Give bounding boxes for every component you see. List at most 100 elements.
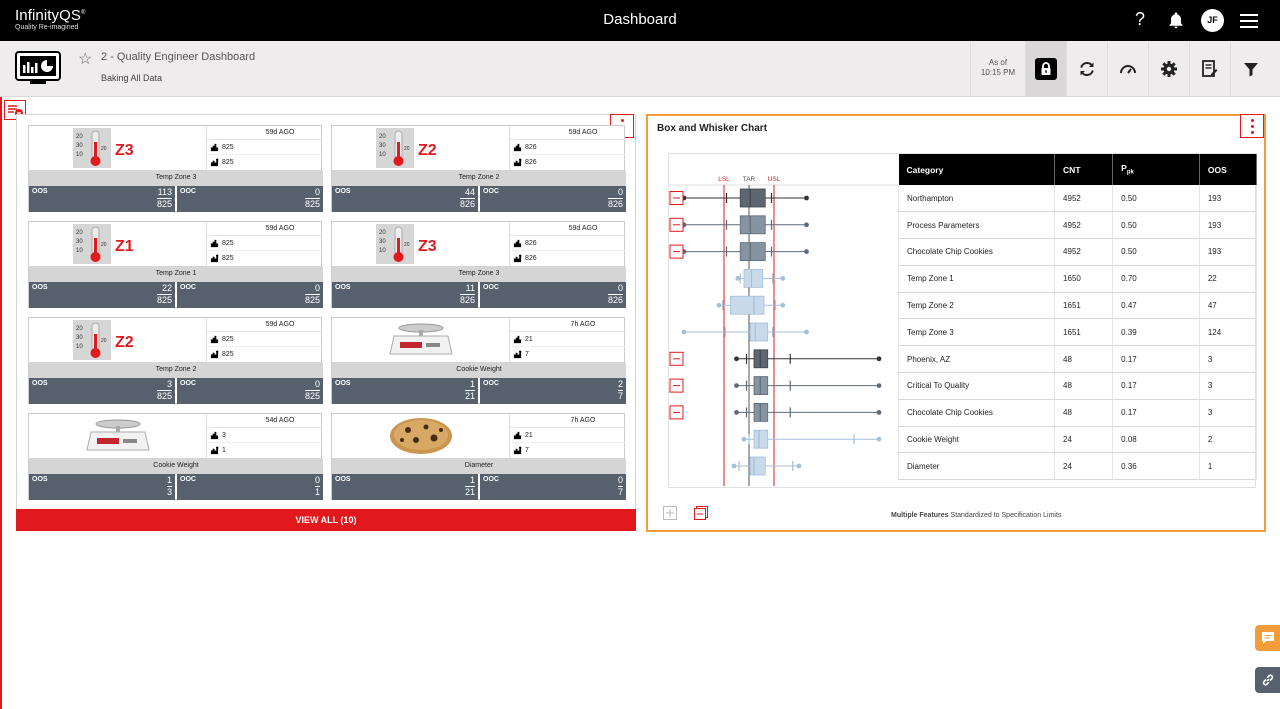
ooc-stat[interactable]: OOC 0 825: [177, 186, 323, 212]
subgroup-count-icon: [210, 335, 219, 343]
ooc-stat[interactable]: OOC 0 826: [480, 282, 626, 308]
oos-stat[interactable]: OOS 3 825: [29, 378, 175, 404]
refresh-button[interactable]: [1066, 41, 1107, 97]
feature-card[interactable]: 20 30 10 20 Z3 59d AGO 825 825 Temp Zone…: [28, 125, 323, 212]
oos-label: OOS: [32, 188, 48, 195]
dashboard-view-button[interactable]: [1107, 41, 1148, 97]
subgroup-count: 21: [525, 335, 533, 343]
feature-name: Temp Zone 2: [29, 362, 323, 378]
feature-image: [29, 414, 206, 458]
cell-ppk: 0.17: [1112, 399, 1200, 427]
feature-card[interactable]: 20 30 10 20 Z3 59d AGO 826 826 Temp Zone…: [331, 221, 626, 308]
user-avatar[interactable]: JF: [1201, 9, 1224, 32]
footnote-rest: Standardized to Specification Limits: [948, 512, 1062, 519]
oos-stat[interactable]: OOS 1 21: [332, 474, 478, 500]
oos-stat[interactable]: OOS 44 826: [332, 186, 478, 212]
oos-stat[interactable]: OOS 1 21: [332, 378, 478, 404]
cell-oos: 22: [1198, 265, 1258, 293]
table-row[interactable]: Diameter 24 0.36 1: [897, 452, 1258, 481]
ooc-label: OOC: [180, 188, 196, 195]
oos-total: 3: [166, 487, 172, 497]
table-header-row: Category CNT Ppk OOS: [898, 154, 1258, 185]
table-row[interactable]: Temp Zone 1 1650 0.70 22: [897, 265, 1258, 293]
table-row[interactable]: Phoenix, AZ 48 0.17 3: [897, 345, 1258, 374]
last-update-age: 59d AGO: [510, 222, 626, 236]
notifications-bell-icon[interactable]: [1167, 11, 1185, 29]
ooc-stat[interactable]: OOC 27: [480, 378, 626, 404]
table-row[interactable]: Cookie Weight 24 0.08 2: [897, 426, 1258, 454]
oos-label: OOS: [32, 284, 48, 291]
ooc-stat[interactable]: OOC 0 826: [480, 186, 626, 212]
subgroup-count-row: 826: [510, 236, 626, 251]
feature-card[interactable]: 20 30 10 20 Z2 59d AGO 826 826 Temp Zone…: [331, 125, 626, 212]
infinityqs-logo[interactable]: InfinityQS® Quality Re-imagined: [15, 7, 86, 31]
cell-category: Temp Zone 3: [897, 318, 1056, 347]
lock-button[interactable]: [1025, 41, 1066, 97]
zone-label: Z3: [418, 238, 437, 255]
sample-count-row: 826: [510, 251, 626, 266]
col-cnt[interactable]: CNT: [1054, 154, 1114, 185]
table-row[interactable]: Critical To Quality 48 0.17 3: [897, 372, 1258, 400]
feature-card[interactable]: 54d AGO 3 1 Cookie Weight OOS 13 OOC 01: [28, 413, 323, 500]
oos-total: 21: [464, 391, 475, 401]
col-ppk[interactable]: Ppk: [1112, 154, 1200, 185]
ooc-stat[interactable]: OOC 0 825: [177, 378, 323, 404]
filter-icon: [1244, 63, 1258, 77]
refresh-icon: [1080, 61, 1094, 77]
cell-category: Northampton: [897, 185, 1056, 213]
outlier-point: [876, 383, 882, 388]
table-row[interactable]: Temp Zone 2 1651 0.47 47: [897, 292, 1258, 320]
cell-oos: 2: [1198, 426, 1258, 454]
oos-stat[interactable]: OOS 22 825: [29, 282, 175, 308]
cell-oos: 193: [1198, 185, 1258, 213]
table-row[interactable]: Chocolate Chip Cookies 48 0.17 3: [897, 399, 1258, 427]
oos-stat[interactable]: OOS 13: [29, 474, 175, 500]
feature-card[interactable]: 20 30 10 20 Z2 59d AGO 825 825 Temp Zone…: [28, 317, 323, 404]
table-row[interactable]: Northampton 4952 0.50 193: [897, 185, 1258, 213]
subgroup-count: 826: [525, 143, 537, 151]
oos-stat[interactable]: OOS 11 826: [332, 282, 478, 308]
ooc-label: OOC: [483, 284, 499, 291]
oos-total: 825: [156, 199, 172, 209]
feature-card[interactable]: 20 30 10 20 Z1 59d AGO 825 825 Temp Zone…: [28, 221, 323, 308]
filter-button[interactable]: [1230, 41, 1271, 97]
ooc-count: 0: [617, 475, 623, 487]
ooc-stat[interactable]: OOC 07: [480, 474, 626, 500]
report-button[interactable]: [1189, 41, 1230, 97]
table-row[interactable]: Temp Zone 3 1651 0.39 124: [897, 318, 1258, 347]
expand-all-icon[interactable]: [663, 506, 677, 520]
link-button[interactable]: [1255, 667, 1280, 693]
oos-count: 11: [459, 283, 475, 295]
last-update-age: 59d AGO: [207, 318, 323, 332]
oos-label: OOS: [335, 380, 351, 387]
cell-ppk: 0.39: [1112, 318, 1200, 347]
subgroup-count: 825: [222, 335, 234, 343]
oos-label: OOS: [335, 188, 351, 195]
table-row[interactable]: Process Parameters 4952 0.50 193: [897, 211, 1258, 240]
main-menu-icon[interactable]: [1240, 14, 1258, 28]
oos-stat[interactable]: OOS 113 825: [29, 186, 175, 212]
favorite-star-icon[interactable]: ☆: [78, 49, 92, 69]
outlier-point: [804, 329, 809, 335]
feature-card[interactable]: 7h AGO 21 7 Cookie Weight OOS 1 21 OOC 27: [331, 317, 626, 404]
sample-count-row: 1: [207, 443, 323, 458]
outlier-point: [735, 276, 741, 281]
chat-button[interactable]: [1255, 625, 1280, 651]
table-row[interactable]: Chocolate Chip Cookies 4952 0.50 193: [897, 238, 1258, 266]
box-iqr: [753, 402, 769, 422]
ooc-stat[interactable]: OOC 01: [177, 474, 323, 500]
svg-text:20: 20: [379, 230, 386, 236]
settings-button[interactable]: [1148, 41, 1189, 97]
cell-cnt: 4952: [1054, 185, 1114, 213]
help-icon[interactable]: ?: [1135, 9, 1145, 30]
feature-card[interactable]: 7h AGO 21 7 Diameter OOS 1 21 OOC 07: [331, 413, 626, 500]
cell-cnt: 24: [1054, 452, 1114, 481]
col-category[interactable]: Category: [898, 154, 1056, 185]
card-info: 59d AGO 826 826: [509, 126, 626, 170]
view-all-button[interactable]: VIEW ALL (10): [16, 509, 636, 531]
ooc-stat[interactable]: OOC 0 825: [177, 282, 323, 308]
chart-panel-menu-icon[interactable]: [1240, 114, 1264, 138]
box-iqr: [753, 429, 769, 449]
collapse-all-icon[interactable]: [694, 506, 708, 520]
col-oos[interactable]: OOS: [1199, 154, 1258, 185]
